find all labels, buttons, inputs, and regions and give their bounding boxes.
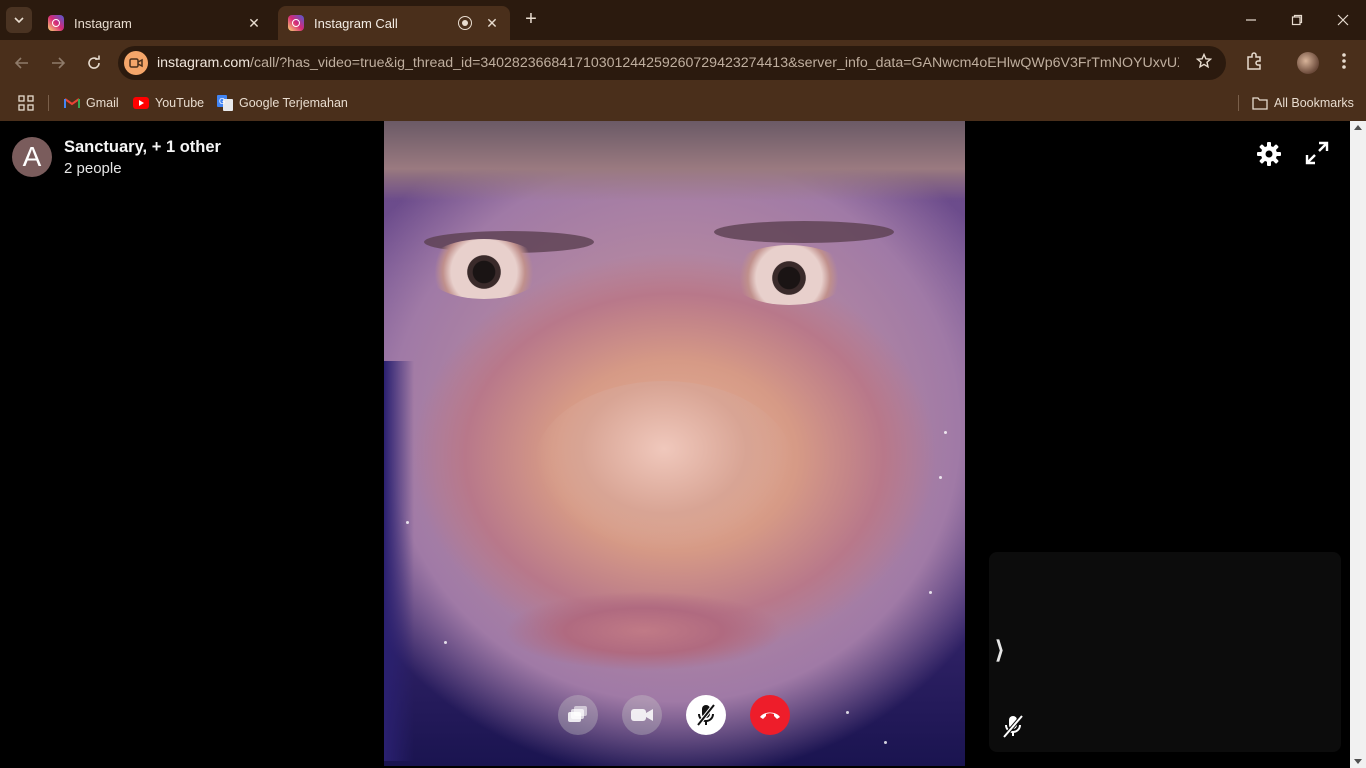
- video-nose: [534, 381, 794, 551]
- collapse-pip-chevron-icon[interactable]: ⟩: [995, 636, 1004, 665]
- fullscreen-button[interactable]: [1305, 141, 1329, 165]
- forward-button[interactable]: [45, 50, 71, 76]
- video-sparkle: [944, 431, 947, 434]
- minimize-icon: [1246, 19, 1256, 21]
- video-sparkle: [444, 641, 447, 644]
- bookmarks-divider: [1238, 95, 1239, 111]
- youtube-icon: [133, 97, 149, 109]
- video-eye: [424, 239, 544, 299]
- video-sparkle: [406, 521, 409, 524]
- arrow-right-icon: [52, 57, 66, 69]
- extensions-icon[interactable]: [1244, 51, 1264, 76]
- reload-button[interactable]: [81, 50, 107, 76]
- video-brow: [714, 221, 894, 243]
- call-title: Sanctuary, + 1 other: [64, 138, 221, 156]
- translate-icon: G: [217, 95, 233, 111]
- video-camera-icon[interactable]: [124, 51, 148, 75]
- mute-button[interactable]: [686, 695, 726, 735]
- new-tab-button[interactable]: +: [520, 8, 542, 30]
- bookmark-star-icon[interactable]: [1195, 52, 1213, 74]
- gmail-icon: [64, 98, 80, 108]
- video-mouth: [504, 591, 784, 671]
- arrow-left-icon: [14, 57, 28, 69]
- all-bookmarks-label: All Bookmarks: [1274, 96, 1354, 110]
- restore-button[interactable]: [1274, 0, 1320, 40]
- tab-title: Instagram Call: [314, 15, 398, 31]
- video-sparkle: [884, 741, 887, 744]
- tab-title: Instagram: [74, 15, 132, 31]
- call-view: A Sanctuary, + 1 other 2 people ⟩: [0, 121, 1350, 768]
- call-participant-count: 2 people: [64, 160, 122, 177]
- scroll-up-arrow-icon[interactable]: [1354, 125, 1362, 130]
- share-screen-button[interactable]: [558, 695, 598, 735]
- address-bar[interactable]: instagram.com/call/?has_video=true&ig_th…: [118, 46, 1226, 80]
- svg-text:G: G: [219, 97, 225, 106]
- tab-instagram[interactable]: Instagram ✕: [38, 6, 272, 40]
- window-close-button[interactable]: [1320, 0, 1366, 40]
- mic-off-icon: [696, 703, 716, 727]
- mic-off-icon: [1000, 713, 1026, 739]
- avatar[interactable]: A: [12, 137, 52, 177]
- instagram-icon: [288, 15, 304, 31]
- reload-icon: [88, 55, 100, 69]
- close-icon[interactable]: ✕: [246, 15, 262, 32]
- browser-toolbar: instagram.com/call/?has_video=true&ig_th…: [0, 40, 1366, 85]
- instagram-icon: [48, 15, 64, 31]
- close-icon[interactable]: ✕: [484, 15, 500, 32]
- menu-kebab-icon[interactable]: [1336, 51, 1352, 76]
- chevron-down-icon: [14, 17, 24, 24]
- screen-share-icon: [568, 706, 587, 722]
- self-view-pip[interactable]: ⟩: [989, 552, 1341, 752]
- profile-avatar[interactable]: [1297, 52, 1319, 74]
- url-domain: instagram.com: [157, 55, 251, 71]
- video-camera-icon: [631, 709, 653, 721]
- minimize-button[interactable]: [1228, 0, 1274, 40]
- bookmark-google-translate[interactable]: G Google Terjemahan: [217, 93, 348, 113]
- bookmark-gmail[interactable]: Gmail: [64, 93, 119, 113]
- apps-grid-icon: [18, 95, 34, 111]
- video-sparkle: [846, 711, 849, 714]
- bookmarks-divider: [48, 95, 49, 111]
- bookmark-label: Gmail: [86, 96, 119, 110]
- url-text[interactable]: instagram.com/call/?has_video=true&ig_th…: [157, 55, 1179, 71]
- bookmark-label: YouTube: [155, 96, 205, 110]
- video-toggle-button[interactable]: [622, 695, 662, 735]
- tab-search-button[interactable]: [6, 7, 32, 33]
- recording-icon: [458, 16, 472, 30]
- restore-icon: [1291, 14, 1303, 26]
- end-call-button[interactable]: [750, 695, 790, 735]
- bookmarks-bar: Gmail YouTube G Google Terjemahan All Bo…: [0, 85, 1366, 121]
- video-hair-region: [384, 121, 965, 201]
- bookmark-label: Google Terjemahan: [239, 96, 348, 110]
- apps-button[interactable]: [18, 93, 34, 113]
- phone-hangup-icon: [760, 712, 780, 719]
- video-sparkle: [939, 476, 942, 479]
- expand-icon: [1305, 141, 1329, 165]
- settings-button[interactable]: [1256, 141, 1282, 167]
- scroll-down-arrow-icon[interactable]: [1354, 759, 1362, 764]
- remote-video-feed[interactable]: [384, 121, 965, 766]
- tab-instagram-call[interactable]: Instagram Call ✕: [278, 6, 510, 40]
- call-controls: [558, 695, 790, 735]
- url-path: /call/?has_video=true&ig_thread_id=34028…: [250, 55, 1179, 71]
- close-icon: [1337, 14, 1349, 26]
- folder-icon: [1252, 97, 1268, 110]
- video-eye: [729, 245, 849, 305]
- bookmark-youtube[interactable]: YouTube: [133, 93, 204, 113]
- back-button[interactable]: [9, 50, 35, 76]
- page-scrollbar[interactable]: [1350, 121, 1366, 768]
- video-background: [384, 361, 414, 761]
- tab-bar: Instagram ✕ Instagram Call ✕ +: [0, 0, 1366, 40]
- all-bookmarks-button[interactable]: All Bookmarks: [1252, 93, 1354, 113]
- video-sparkle: [929, 591, 932, 594]
- gear-icon: [1257, 142, 1281, 166]
